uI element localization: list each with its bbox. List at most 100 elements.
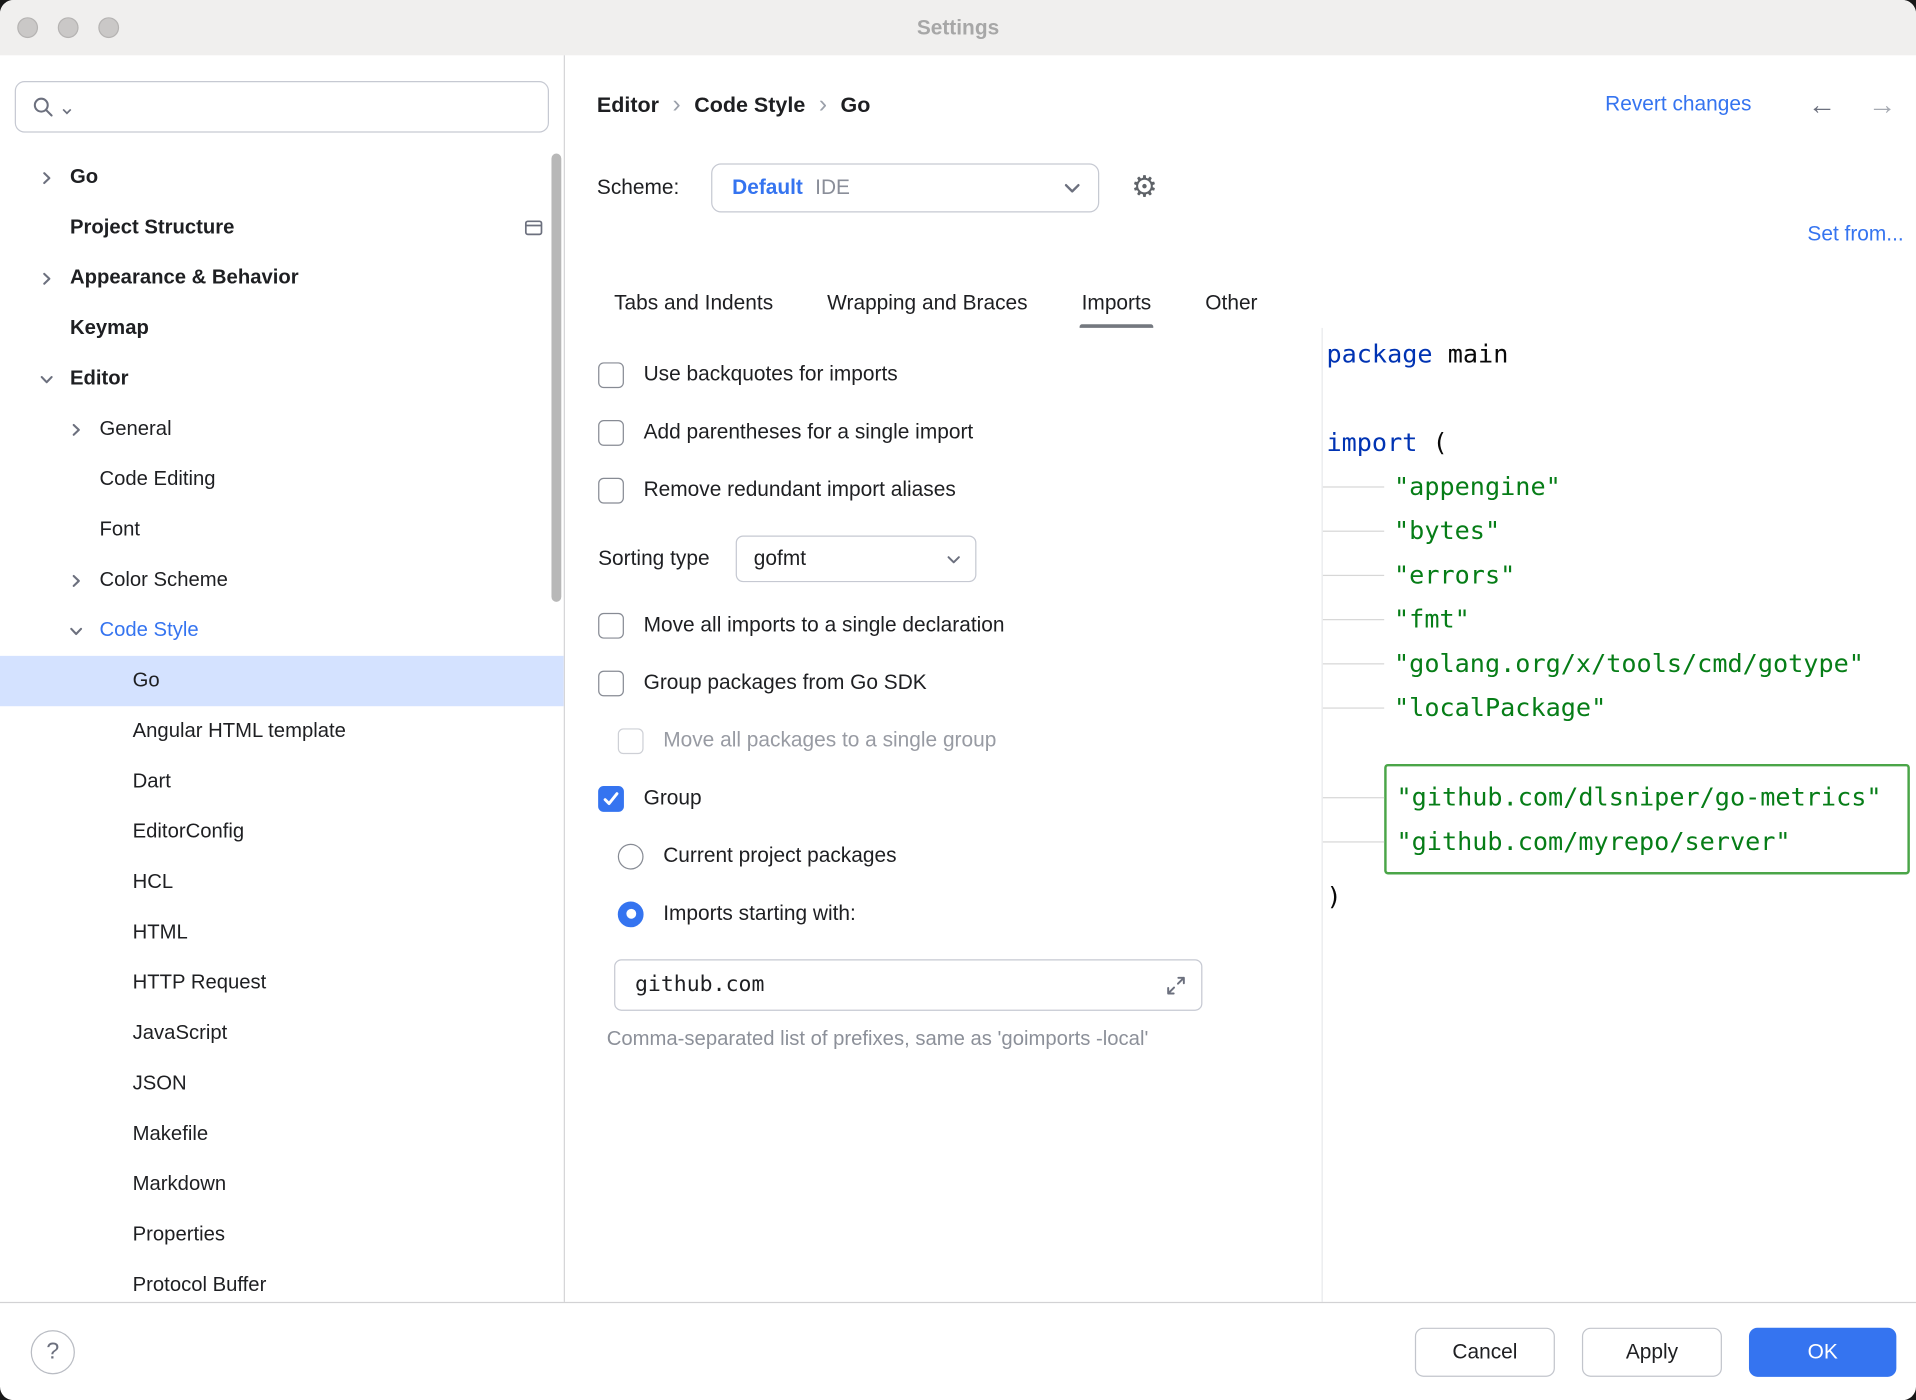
checkbox-label: Use backquotes for imports: [644, 362, 898, 387]
chevron-right-icon[interactable]: [66, 419, 86, 439]
chevron-down-icon[interactable]: [37, 369, 57, 389]
sidebar-item-dart[interactable]: Dart: [0, 757, 564, 807]
checkbox-add-parentheses-for-a-single-import[interactable]: [598, 419, 624, 445]
sidebar-item-code-style[interactable]: Code Style: [0, 606, 564, 656]
breadcrumb-code-style[interactable]: Code Style: [694, 92, 805, 118]
back-arrow-button[interactable]: ←: [1808, 90, 1836, 118]
sidebar-item-label: Protocol Buffer: [133, 1274, 267, 1297]
sidebar-item-label: Appearance & Behavior: [70, 267, 299, 290]
sidebar-item-keymap[interactable]: Keymap: [0, 303, 564, 353]
sidebar-item-label: JavaScript: [133, 1022, 228, 1045]
sidebar-item-go[interactable]: Go: [0, 152, 564, 202]
sidebar-item-angular-html-template[interactable]: Angular HTML template: [0, 706, 564, 756]
search-input[interactable]: [15, 81, 549, 133]
sidebar-item-html[interactable]: HTML: [0, 908, 564, 958]
code-blank-line: [1323, 376, 1916, 420]
chevron-right-icon[interactable]: [37, 168, 57, 188]
ok-button[interactable]: OK: [1749, 1327, 1896, 1376]
sidebar-item-go[interactable]: Go: [0, 656, 564, 706]
sidebar-item-editorconfig[interactable]: EditorConfig: [0, 807, 564, 857]
checkbox-group-packages-from-go-sdk[interactable]: [598, 670, 624, 696]
checkbox-label: Add parentheses for a single import: [644, 420, 974, 445]
sidebar-item-json[interactable]: JSON: [0, 1059, 564, 1109]
radio-current-project-packages[interactable]: [618, 843, 644, 869]
apply-button[interactable]: Apply: [1582, 1327, 1722, 1376]
sidebar-item-project-structure[interactable]: Project Structure: [0, 203, 564, 253]
chevron-spacer: [99, 772, 119, 792]
sidebar-item-hcl[interactable]: HCL: [0, 857, 564, 907]
close-button[interactable]: [17, 17, 38, 38]
zoom-button[interactable]: [98, 17, 119, 38]
tab-other[interactable]: Other: [1203, 279, 1260, 328]
help-button[interactable]: ?: [31, 1330, 75, 1374]
tabs: Tabs and Indents Wrapping and Braces Impor…: [612, 279, 1916, 328]
chevron-right-icon[interactable]: [37, 268, 57, 288]
import-string: "localPackage": [1394, 693, 1606, 722]
minimize-button[interactable]: [58, 17, 79, 38]
input-hint: Comma-separated list of prefixes, same a…: [607, 1028, 1322, 1051]
checkbox-row-move-all-packages-to-a-single-group: Move all packages to a single group: [618, 722, 1322, 759]
import-group-box: "github.com/dlsniper/go-metrics""github.…: [1384, 764, 1910, 875]
chevron-spacer: [99, 1124, 119, 1144]
cancel-button[interactable]: Cancel: [1415, 1327, 1555, 1376]
tab-imports[interactable]: Imports: [1079, 279, 1154, 328]
scheme-settings-button[interactable]: ⚙: [1131, 173, 1157, 202]
sidebar-item-javascript[interactable]: JavaScript: [0, 1008, 564, 1058]
traffic-lights: [17, 17, 119, 38]
breadcrumb-go[interactable]: Go: [841, 92, 871, 118]
chevron-spacer: [66, 470, 86, 490]
import-line: "golang.org/x/tools/cmd/gotype": [1323, 641, 1916, 685]
chevron-spacer: [99, 923, 119, 943]
code-blank-line: [1323, 730, 1916, 764]
scheme-select[interactable]: Default IDE: [711, 163, 1099, 212]
sidebar-item-appearance-behavior[interactable]: Appearance & Behavior: [0, 253, 564, 303]
tab-wrapping-and-braces[interactable]: Wrapping and Braces: [825, 279, 1030, 328]
sidebar-item-protocol-buffer[interactable]: Protocol Buffer: [0, 1260, 564, 1302]
window-title: Settings: [0, 15, 1916, 40]
sidebar-item-font[interactable]: Font: [0, 505, 564, 555]
sidebar-item-general[interactable]: General: [0, 404, 564, 454]
sidebar-item-label: EditorConfig: [133, 820, 245, 843]
set-from-link[interactable]: Set from...: [1807, 222, 1903, 251]
sidebar-item-markdown[interactable]: Markdown: [0, 1159, 564, 1209]
checkbox-use-backquotes-for-imports[interactable]: [598, 362, 624, 388]
sidebar-item-label: Dart: [133, 770, 171, 793]
settings-panel: Use backquotes for imports Add parenthese…: [565, 328, 1323, 1302]
import-string: "github.com/myrepo/server": [1396, 827, 1790, 856]
revert-changes-link[interactable]: Revert changes: [1605, 92, 1751, 117]
sorting-type-select[interactable]: gofmt: [735, 535, 976, 582]
sidebar-item-http-request[interactable]: HTTP Request: [0, 958, 564, 1008]
chevron-spacer: [99, 1024, 119, 1044]
checkbox-remove-redundant-import-aliases[interactable]: [598, 477, 624, 503]
chevron-spacer: [99, 671, 119, 691]
checkbox-move-all-packages-to-a-single-group[interactable]: [618, 728, 644, 754]
sidebar-item-label: Go: [70, 166, 98, 189]
checkbox-label: Move all packages to a single group: [663, 728, 996, 753]
titlebar: Settings: [0, 0, 1916, 55]
forward-arrow-button[interactable]: →: [1868, 90, 1896, 118]
sidebar-item-editor[interactable]: Editor: [0, 354, 564, 404]
settings-sidebar: Go Project Structure Appearance & Behavior…: [0, 55, 565, 1302]
imports-tab-panels: Use backquotes for imports Add parenthese…: [565, 328, 1916, 1302]
expand-icon[interactable]: [1166, 975, 1187, 996]
sidebar-scrollbar[interactable]: [551, 154, 561, 602]
checkbox-move-all-imports-to-a-single-declaration[interactable]: [598, 612, 624, 638]
sidebar-item-code-editing[interactable]: Code Editing: [0, 454, 564, 504]
sidebar-item-label: Project Structure: [70, 216, 234, 239]
breadcrumb-editor[interactable]: Editor: [597, 92, 659, 118]
sidebar-item-makefile[interactable]: Makefile: [0, 1109, 564, 1159]
chevron-spacer: [99, 1074, 119, 1094]
sidebar-item-properties[interactable]: Properties: [0, 1210, 564, 1260]
checkbox-group[interactable]: [598, 785, 624, 811]
chevron-down-icon[interactable]: [66, 621, 86, 641]
sidebar-item-label: Keymap: [70, 317, 149, 340]
imports-prefix-input[interactable]: github.com: [614, 959, 1202, 1011]
checkbox-label: Group packages from Go SDK: [644, 671, 927, 696]
sidebar-item-color-scheme[interactable]: Color Scheme: [0, 555, 564, 605]
search-icon: [31, 94, 57, 120]
code-line: package main: [1323, 332, 1916, 376]
radio-imports-starting-with[interactable]: [618, 901, 644, 927]
tab-tabs-and-indents[interactable]: Tabs and Indents: [612, 279, 776, 328]
checkbox-row-group-packages-from-go-sdk: Group packages from Go SDK: [598, 664, 1321, 701]
chevron-right-icon[interactable]: [66, 571, 86, 591]
